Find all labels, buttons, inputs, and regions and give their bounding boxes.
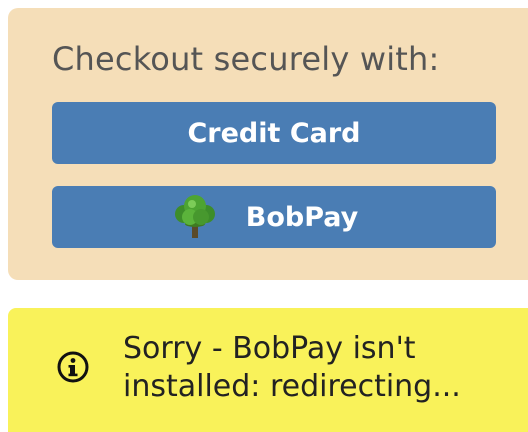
credit-card-button-label: Credit Card	[187, 117, 361, 149]
checkout-heading: Checkout securely with:	[52, 40, 440, 78]
error-message: Sorry - BobPay isn't installed: redirect…	[123, 331, 461, 404]
checkout-panel: Checkout securely with: Credit Card BobP…	[8, 8, 528, 280]
bobpay-button[interactable]: BobPay	[52, 186, 496, 248]
credit-card-button[interactable]: Credit Card	[52, 102, 496, 164]
tree-icon	[170, 192, 220, 242]
info-icon	[57, 351, 89, 383]
bobpay-button-label: BobPay	[245, 201, 359, 233]
error-banner: Sorry - BobPay isn't installed: redirect…	[8, 308, 528, 432]
